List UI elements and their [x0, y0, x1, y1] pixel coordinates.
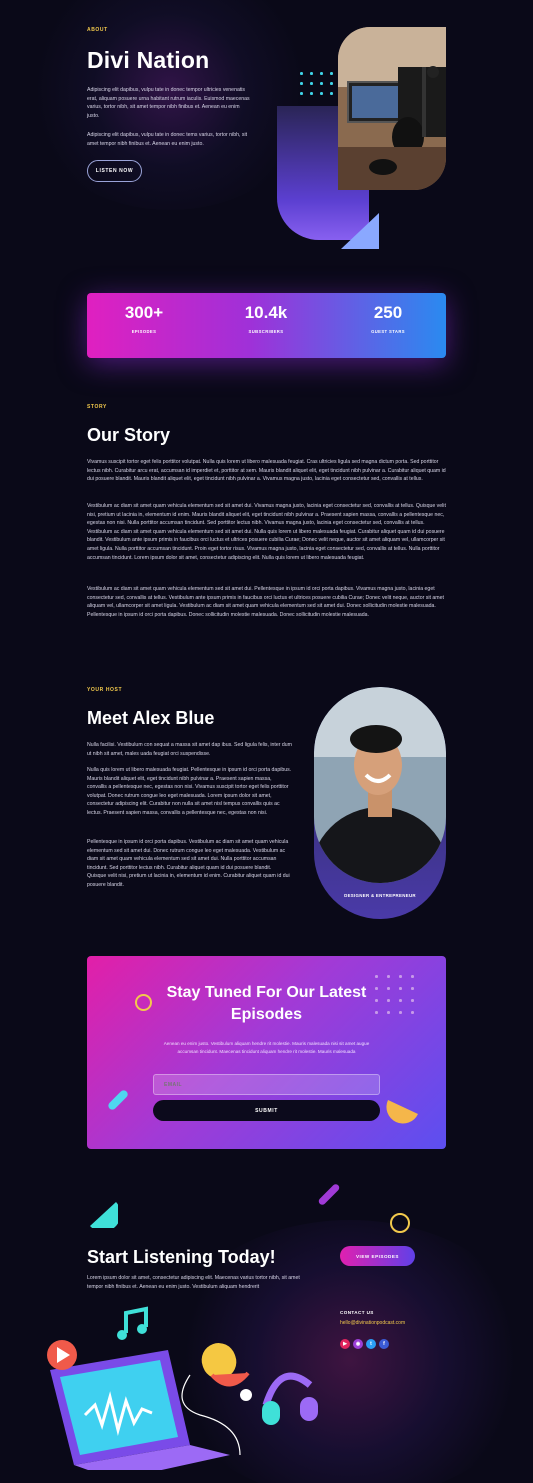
stats-bar: 300+ EPISODES 10.4k SUBSCRIBERS 250 GUES…: [87, 293, 446, 358]
host-paragraph: Pellentesque in ipsum id orci porta dapi…: [87, 839, 290, 888]
stat-subscribers: 10.4k SUBSCRIBERS: [216, 303, 316, 334]
decorative-ring: [390, 1213, 410, 1233]
submit-button[interactable]: SUBMIT: [153, 1100, 380, 1121]
host-paragraph: Nulla facilisi. Vestibulum con sequat a …: [87, 742, 293, 757]
host-title: Meet Alex Blue: [87, 708, 215, 728]
cta-title: Start Listening Today!: [87, 1247, 276, 1267]
hero-eyebrow: ABOUT: [87, 27, 108, 33]
youtube-icon[interactable]: ▶: [340, 1339, 350, 1349]
twitter-icon[interactable]: t: [366, 1339, 376, 1349]
subscribe-title: Stay Tuned For Our Latest Episodes: [87, 982, 446, 1026]
subscribe-title-line: Stay Tuned For Our Latest: [166, 984, 367, 1001]
contact-heading: CONTACT US: [340, 1310, 374, 1315]
hero-paragraph: Adipiscing elit dapibus, vulpu tate in d…: [87, 87, 250, 119]
stat-value: 250: [373, 303, 403, 322]
story-paragraph: Vestibulum ac diam sit amet quam vehicul…: [87, 503, 446, 561]
listen-now-button[interactable]: LISTEN NOW: [87, 160, 142, 182]
email-field[interactable]: [153, 1074, 380, 1095]
laptop-icon: [50, 1350, 230, 1470]
page-title: Divi Nation: [87, 47, 210, 73]
host-paragraph: Nulla quis lorem ut libero malesuada feu…: [87, 767, 292, 816]
play-icon: [47, 1340, 77, 1370]
stat-label: EPISODES: [131, 329, 157, 334]
host-photo: [314, 687, 446, 883]
stat-guest-stars: 250 GUEST STARS: [338, 303, 438, 334]
music-note-icon: [117, 1306, 148, 1340]
view-episodes-button[interactable]: VIEW EPISODES: [340, 1246, 415, 1266]
host-eyebrow: YOUR HOST: [87, 687, 123, 693]
stat-episodes: 300+ EPISODES: [94, 303, 194, 334]
hero-paragraph: Adipiscing elit dapibus, vulpu tate in d…: [87, 132, 248, 147]
subscribe-title-line: Episodes: [230, 1006, 303, 1023]
headphones-icon: [262, 1372, 318, 1425]
story-eyebrow: STORY: [87, 404, 107, 410]
stat-label: GUEST STARS: [371, 329, 405, 334]
stat-value: 300+: [124, 303, 164, 322]
stat-label: SUBSCRIBERS: [248, 329, 284, 334]
story-paragraph: Vivamus suscipit tortor eget felis portt…: [87, 459, 446, 483]
decorative-half-circle: [386, 1100, 418, 1124]
triangle-shape: [341, 213, 379, 249]
podcast-illustration: [47, 1306, 318, 1470]
studio-image: [338, 27, 446, 190]
contact-email-link[interactable]: hello@divinationpodcast.com: [340, 1320, 405, 1326]
stat-value: 10.4k: [244, 303, 288, 322]
host-card: DESIGNER & ENTREPRENEUR: [314, 687, 446, 919]
decorative-pill: [317, 1182, 341, 1207]
podcast-icon[interactable]: ◉: [353, 1339, 363, 1349]
facebook-icon[interactable]: f: [379, 1339, 389, 1349]
cta-text: Lorem ipsum dolor sit amet, consectetur …: [87, 1275, 300, 1290]
decorative-half-circle: [90, 1202, 118, 1228]
subscribe-text: Aenean eu enim justo. Vestibulum aliquam…: [163, 1041, 370, 1054]
host-caption: DESIGNER & ENTREPRENEUR: [344, 893, 416, 898]
microphone-icon: [201, 1343, 252, 1401]
story-paragraph: Vestibulum ac diam sit amet quam vehicul…: [87, 586, 444, 618]
story-title: Our Story: [87, 425, 171, 445]
